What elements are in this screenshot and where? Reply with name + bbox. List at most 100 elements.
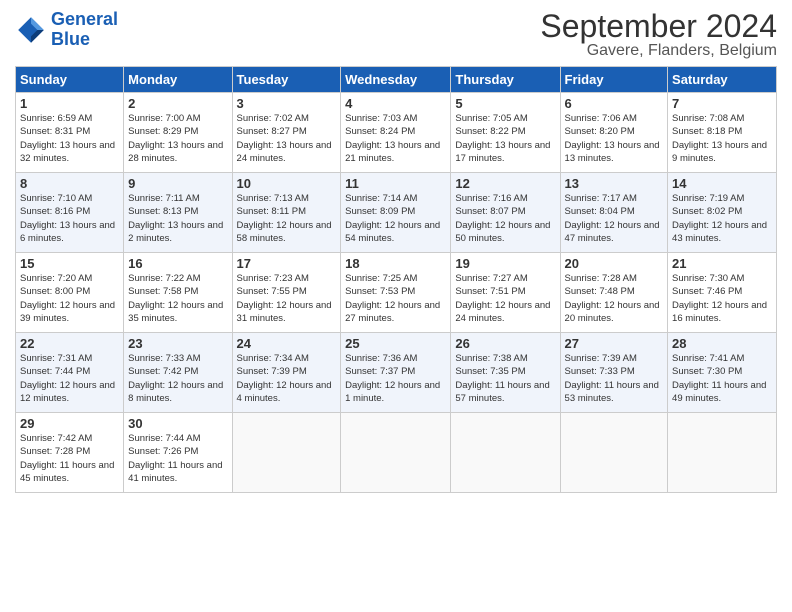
table-row: 18 Sunrise: 7:25 AMSunset: 7:53 PMDaylig… [341, 253, 451, 333]
day-number: 26 [455, 336, 555, 351]
table-row: 11 Sunrise: 7:14 AMSunset: 8:09 PMDaylig… [341, 173, 451, 253]
table-row: 4 Sunrise: 7:03 AMSunset: 8:24 PMDayligh… [341, 93, 451, 173]
day-number: 24 [237, 336, 337, 351]
table-row: 30 Sunrise: 7:44 AMSunset: 7:26 PMDaylig… [124, 413, 232, 493]
day-detail: Sunrise: 7:13 AMSunset: 8:11 PMDaylight:… [237, 193, 332, 244]
table-row: 2 Sunrise: 7:00 AMSunset: 8:29 PMDayligh… [124, 93, 232, 173]
day-number: 8 [20, 176, 119, 191]
day-number: 13 [565, 176, 664, 191]
day-detail: Sunrise: 7:30 AMSunset: 7:46 PMDaylight:… [672, 273, 767, 324]
day-detail: Sunrise: 7:20 AMSunset: 8:00 PMDaylight:… [20, 273, 115, 324]
header-saturday: Saturday [668, 67, 777, 93]
day-number: 14 [672, 176, 772, 191]
day-number: 23 [128, 336, 227, 351]
calendar-week-row: 15 Sunrise: 7:20 AMSunset: 8:00 PMDaylig… [16, 253, 777, 333]
table-row: 16 Sunrise: 7:22 AMSunset: 7:58 PMDaylig… [124, 253, 232, 333]
day-detail: Sunrise: 7:10 AMSunset: 8:16 PMDaylight:… [20, 193, 115, 244]
day-number: 27 [565, 336, 664, 351]
table-row: 9 Sunrise: 7:11 AMSunset: 8:13 PMDayligh… [124, 173, 232, 253]
day-detail: Sunrise: 7:03 AMSunset: 8:24 PMDaylight:… [345, 113, 440, 164]
header-monday: Monday [124, 67, 232, 93]
table-row: 7 Sunrise: 7:08 AMSunset: 8:18 PMDayligh… [668, 93, 777, 173]
logo-text: General Blue [51, 10, 118, 50]
day-number: 22 [20, 336, 119, 351]
calendar-week-row: 8 Sunrise: 7:10 AMSunset: 8:16 PMDayligh… [16, 173, 777, 253]
table-row [560, 413, 668, 493]
day-detail: Sunrise: 7:22 AMSunset: 7:58 PMDaylight:… [128, 273, 223, 324]
day-number: 28 [672, 336, 772, 351]
location-title: Gavere, Flanders, Belgium [540, 42, 777, 60]
day-number: 19 [455, 256, 555, 271]
logo-line2: Blue [51, 29, 90, 49]
table-row: 8 Sunrise: 7:10 AMSunset: 8:16 PMDayligh… [16, 173, 124, 253]
table-row: 27 Sunrise: 7:39 AMSunset: 7:33 PMDaylig… [560, 333, 668, 413]
day-number: 15 [20, 256, 119, 271]
table-row: 20 Sunrise: 7:28 AMSunset: 7:48 PMDaylig… [560, 253, 668, 333]
day-number: 9 [128, 176, 227, 191]
table-row: 17 Sunrise: 7:23 AMSunset: 7:55 PMDaylig… [232, 253, 341, 333]
header: General Blue September 2024 Gavere, Flan… [15, 10, 777, 60]
day-detail: Sunrise: 7:16 AMSunset: 8:07 PMDaylight:… [455, 193, 550, 244]
day-number: 16 [128, 256, 227, 271]
logo-line1: General [51, 9, 118, 29]
logo: General Blue [15, 10, 118, 50]
calendar-week-row: 22 Sunrise: 7:31 AMSunset: 7:44 PMDaylig… [16, 333, 777, 413]
table-row: 25 Sunrise: 7:36 AMSunset: 7:37 PMDaylig… [341, 333, 451, 413]
table-row: 28 Sunrise: 7:41 AMSunset: 7:30 PMDaylig… [668, 333, 777, 413]
table-row [451, 413, 560, 493]
table-row [341, 413, 451, 493]
day-detail: Sunrise: 7:44 AMSunset: 7:26 PMDaylight:… [128, 433, 222, 484]
day-detail: Sunrise: 7:17 AMSunset: 8:04 PMDaylight:… [565, 193, 660, 244]
day-number: 17 [237, 256, 337, 271]
day-detail: Sunrise: 7:25 AMSunset: 7:53 PMDaylight:… [345, 273, 440, 324]
header-friday: Friday [560, 67, 668, 93]
table-row: 14 Sunrise: 7:19 AMSunset: 8:02 PMDaylig… [668, 173, 777, 253]
day-detail: Sunrise: 7:23 AMSunset: 7:55 PMDaylight:… [237, 273, 332, 324]
table-row: 24 Sunrise: 7:34 AMSunset: 7:39 PMDaylig… [232, 333, 341, 413]
day-detail: Sunrise: 7:34 AMSunset: 7:39 PMDaylight:… [237, 353, 332, 404]
day-detail: Sunrise: 7:05 AMSunset: 8:22 PMDaylight:… [455, 113, 550, 164]
table-row: 21 Sunrise: 7:30 AMSunset: 7:46 PMDaylig… [668, 253, 777, 333]
day-number: 2 [128, 96, 227, 111]
day-detail: Sunrise: 7:02 AMSunset: 8:27 PMDaylight:… [237, 113, 332, 164]
table-row [668, 413, 777, 493]
day-number: 4 [345, 96, 446, 111]
day-detail: Sunrise: 7:08 AMSunset: 8:18 PMDaylight:… [672, 113, 767, 164]
day-detail: Sunrise: 7:31 AMSunset: 7:44 PMDaylight:… [20, 353, 115, 404]
day-detail: Sunrise: 7:38 AMSunset: 7:35 PMDaylight:… [455, 353, 549, 404]
day-detail: Sunrise: 7:19 AMSunset: 8:02 PMDaylight:… [672, 193, 767, 244]
day-number: 11 [345, 176, 446, 191]
day-detail: Sunrise: 7:36 AMSunset: 7:37 PMDaylight:… [345, 353, 440, 404]
title-block: September 2024 Gavere, Flanders, Belgium [540, 10, 777, 60]
logo-icon [15, 14, 47, 46]
day-detail: Sunrise: 7:28 AMSunset: 7:48 PMDaylight:… [565, 273, 660, 324]
table-row: 3 Sunrise: 7:02 AMSunset: 8:27 PMDayligh… [232, 93, 341, 173]
day-number: 30 [128, 416, 227, 431]
day-number: 12 [455, 176, 555, 191]
header-sunday: Sunday [16, 67, 124, 93]
day-number: 25 [345, 336, 446, 351]
day-number: 7 [672, 96, 772, 111]
day-detail: Sunrise: 7:39 AMSunset: 7:33 PMDaylight:… [565, 353, 659, 404]
day-detail: Sunrise: 6:59 AMSunset: 8:31 PMDaylight:… [20, 113, 115, 164]
day-number: 29 [20, 416, 119, 431]
table-row: 10 Sunrise: 7:13 AMSunset: 8:11 PMDaylig… [232, 173, 341, 253]
day-number: 3 [237, 96, 337, 111]
page-container: General Blue September 2024 Gavere, Flan… [0, 0, 792, 503]
header-wednesday: Wednesday [341, 67, 451, 93]
calendar-week-row: 1 Sunrise: 6:59 AMSunset: 8:31 PMDayligh… [16, 93, 777, 173]
day-number: 5 [455, 96, 555, 111]
table-row: 19 Sunrise: 7:27 AMSunset: 7:51 PMDaylig… [451, 253, 560, 333]
table-row [232, 413, 341, 493]
day-detail: Sunrise: 7:11 AMSunset: 8:13 PMDaylight:… [128, 193, 223, 244]
day-number: 1 [20, 96, 119, 111]
day-number: 21 [672, 256, 772, 271]
day-detail: Sunrise: 7:14 AMSunset: 8:09 PMDaylight:… [345, 193, 440, 244]
day-detail: Sunrise: 7:42 AMSunset: 7:28 PMDaylight:… [20, 433, 114, 484]
month-title: September 2024 [540, 10, 777, 42]
day-detail: Sunrise: 7:27 AMSunset: 7:51 PMDaylight:… [455, 273, 550, 324]
table-row: 6 Sunrise: 7:06 AMSunset: 8:20 PMDayligh… [560, 93, 668, 173]
day-number: 6 [565, 96, 664, 111]
table-row: 26 Sunrise: 7:38 AMSunset: 7:35 PMDaylig… [451, 333, 560, 413]
day-number: 20 [565, 256, 664, 271]
